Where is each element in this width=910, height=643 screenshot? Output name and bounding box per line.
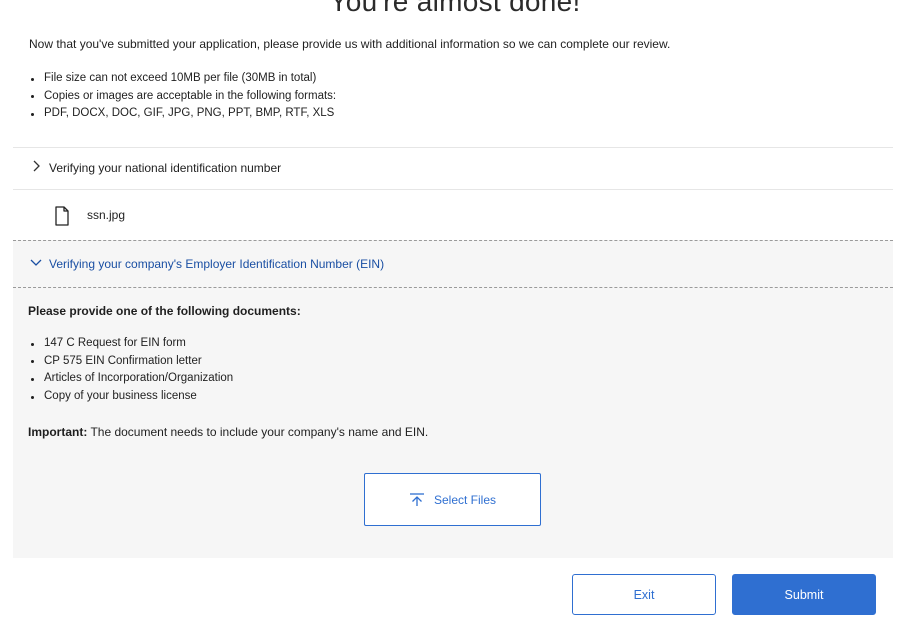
chevron-right-icon: [33, 160, 40, 172]
list-item: File size can not exceed 10MB per file (…: [30, 70, 336, 88]
page-title: You're almost done!: [329, 0, 581, 17]
documents-list: 147 C Request for EIN form CP 575 EIN Co…: [30, 335, 233, 406]
requirements-list: File size can not exceed 10MB per file (…: [30, 70, 336, 123]
uploaded-file-row: ssn.jpg: [13, 190, 893, 240]
select-files-button[interactable]: Select Files: [364, 473, 541, 526]
uploaded-file-name: ssn.jpg: [87, 208, 126, 222]
intro-text: Now that you've submitted your applicati…: [29, 37, 671, 51]
accordion-ein-label: Verifying your company's Employer Identi…: [49, 257, 385, 271]
important-label: Important:: [28, 425, 88, 439]
important-text: The document needs to include your compa…: [87, 425, 429, 439]
upload-icon: [409, 492, 424, 506]
accordion-national-id[interactable]: Verifying your national identification n…: [13, 148, 893, 189]
list-item: Copy of your business license: [30, 388, 233, 406]
accordion-national-id-label: Verifying your national identification n…: [49, 161, 282, 175]
chevron-down-icon: [30, 259, 42, 266]
important-note: Important: The document needs to include…: [28, 425, 428, 439]
divider: [13, 287, 893, 288]
list-item: CP 575 EIN Confirmation letter: [30, 353, 233, 371]
accordion-ein[interactable]: Verifying your company's Employer Identi…: [13, 241, 893, 288]
select-files-label: Select Files: [433, 492, 497, 507]
list-item: 147 C Request for EIN form: [30, 335, 233, 353]
list-item: Articles of Incorporation/Organization: [30, 370, 233, 388]
accordion-ein-panel: Verifying your company's Employer Identi…: [13, 240, 893, 558]
submit-button[interactable]: Submit: [732, 574, 876, 615]
list-item: Copies or images are acceptable in the f…: [30, 88, 336, 106]
list-item: PDF, DOCX, DOC, GIF, JPG, PNG, PPT, BMP,…: [30, 105, 336, 123]
file-icon: [55, 206, 69, 226]
exit-button[interactable]: Exit: [572, 574, 716, 615]
documents-heading: Please provide one of the following docu…: [28, 304, 301, 318]
